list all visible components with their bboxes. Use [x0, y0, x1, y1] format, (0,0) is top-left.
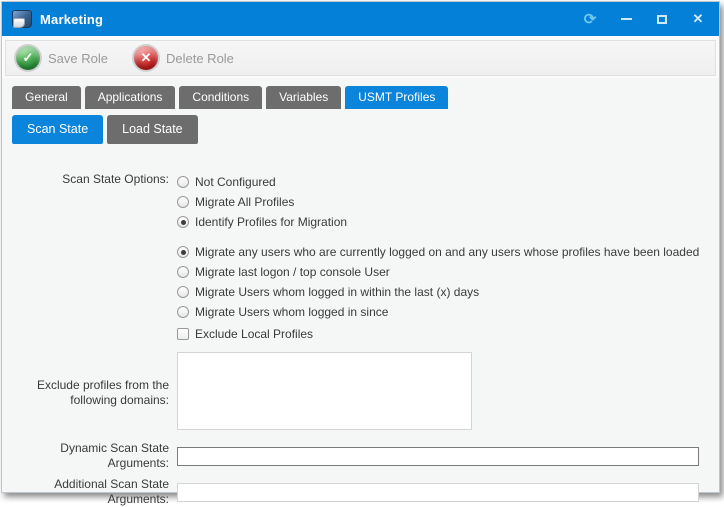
checkbox-label: Exclude Local Profiles — [195, 327, 313, 341]
scan-state-form: Scan State Options: Not Configured Migra… — [2, 144, 719, 507]
radio-not-configured[interactable]: Not Configured — [177, 172, 701, 192]
additional-args-label: Additional Scan State Arguments: — [2, 477, 177, 507]
radio-migrate-logged-in-since[interactable]: Migrate Users whom logged in since — [177, 302, 701, 322]
scan-state-options-label: Scan State Options: — [2, 172, 177, 344]
save-role-button[interactable]: ✓ Save Role — [16, 46, 108, 70]
radio-label: Migrate any users who are currently logg… — [195, 245, 699, 259]
tab-variables[interactable]: Variables — [266, 86, 341, 109]
radio-label: Migrate last logon / top console User — [195, 265, 390, 279]
radio-icon — [177, 196, 189, 208]
toolbar: ✓ Save Role ✕ Delete Role — [5, 40, 716, 76]
maximize-icon — [657, 15, 667, 24]
main-tab-bar: General Applications Conditions Variable… — [2, 78, 719, 109]
radio-icon — [177, 286, 189, 298]
radio-icon — [177, 246, 189, 258]
app-icon — [12, 10, 32, 28]
maximize-button[interactable] — [651, 8, 673, 30]
additional-args-input[interactable] — [177, 483, 699, 502]
radio-label: Not Configured — [195, 175, 276, 189]
sub-tab-bar: Scan State Load State — [2, 109, 719, 144]
checkbox-exclude-local-profiles[interactable]: Exclude Local Profiles — [177, 324, 701, 344]
radio-migrate-all-profiles[interactable]: Migrate All Profiles — [177, 192, 701, 212]
radio-label: Identify Profiles for Migration — [195, 215, 347, 229]
dynamic-args-input[interactable] — [177, 447, 699, 466]
tab-general[interactable]: General — [12, 86, 81, 109]
radio-label: Migrate All Profiles — [195, 195, 294, 209]
checkbox-icon — [177, 328, 189, 340]
radio-migrate-logged-on-users[interactable]: Migrate any users who are currently logg… — [177, 242, 701, 262]
subtab-scan-state[interactable]: Scan State — [12, 115, 103, 144]
tab-applications[interactable]: Applications — [85, 86, 176, 109]
delete-x-icon: ✕ — [134, 46, 158, 70]
radio-icon — [177, 306, 189, 318]
refresh-icon[interactable]: ⟳ — [579, 8, 601, 30]
titlebar: Marketing ⟳ ✕ — [2, 2, 719, 36]
radio-label: Migrate Users whom logged in within the … — [195, 285, 479, 299]
minimize-icon — [621, 18, 632, 20]
window-title: Marketing — [40, 12, 103, 27]
radio-icon — [177, 216, 189, 228]
save-role-label: Save Role — [48, 51, 108, 66]
tab-conditions[interactable]: Conditions — [179, 86, 262, 109]
delete-role-button[interactable]: ✕ Delete Role — [134, 46, 234, 70]
radio-identify-profiles[interactable]: Identify Profiles for Migration — [177, 212, 701, 232]
dynamic-args-label: Dynamic Scan State Arguments: — [2, 441, 177, 471]
radio-migrate-last-x-days[interactable]: Migrate Users whom logged in within the … — [177, 282, 701, 302]
minimize-button[interactable] — [615, 8, 637, 30]
save-check-icon: ✓ — [16, 46, 40, 70]
exclude-domains-textarea[interactable] — [177, 352, 472, 430]
close-button[interactable]: ✕ — [687, 8, 709, 30]
exclude-domains-label: Exclude profiles from the following doma… — [2, 378, 177, 408]
tab-usmt-profiles[interactable]: USMT Profiles — [345, 86, 448, 109]
radio-icon — [177, 176, 189, 188]
delete-role-label: Delete Role — [166, 51, 234, 66]
toolbar-zone: ✓ Save Role ✕ Delete Role — [2, 36, 719, 78]
radio-label: Migrate Users whom logged in since — [195, 305, 388, 319]
subtab-load-state[interactable]: Load State — [107, 115, 197, 144]
marketing-dialog-window: Marketing ⟳ ✕ ✓ Save Role ✕ Delete Role … — [1, 1, 720, 493]
radio-icon — [177, 266, 189, 278]
radio-migrate-last-logon[interactable]: Migrate last logon / top console User — [177, 262, 701, 282]
